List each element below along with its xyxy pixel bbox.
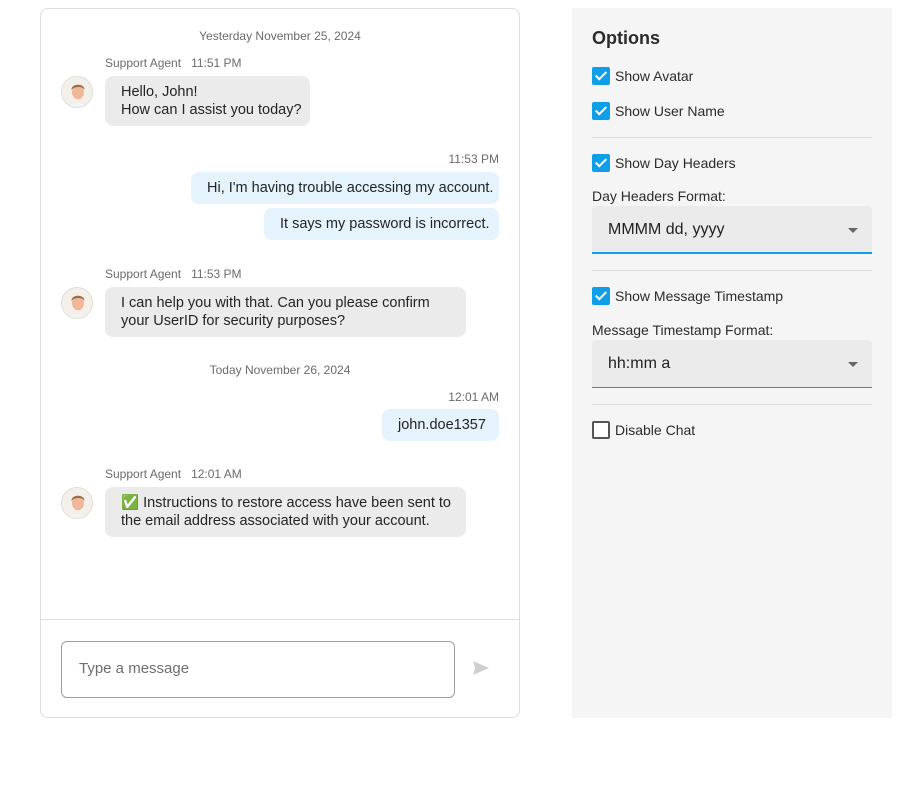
message-time: 12:01 AM xyxy=(191,467,242,481)
message-input[interactable]: Type a message xyxy=(61,641,455,698)
message-author: Support Agent xyxy=(105,56,182,70)
select-value: hh:mm a xyxy=(608,355,671,372)
show-avatar-checkbox[interactable]: Show Avatar xyxy=(592,66,693,86)
message-time: 11:53 PM xyxy=(191,267,242,281)
checkbox-label: Show Avatar xyxy=(615,68,694,84)
disable-chat-checkbox[interactable]: Disable Chat xyxy=(592,420,695,440)
message-timestamp-format-select[interactable]: hh:mm a xyxy=(592,340,872,388)
agent-avatar xyxy=(61,487,93,519)
message-bubble: ✅ Instructions to restore access have be… xyxy=(105,487,466,537)
send-icon[interactable] xyxy=(471,658,493,678)
message-line: your UserID for security purposes? xyxy=(121,313,346,329)
message-timestamp-format-label: Message Timestamp Format: xyxy=(592,322,774,338)
message-bubble: It says my password is incorrect. xyxy=(264,208,499,240)
day-header: Yesterday November 25, 2024 xyxy=(199,29,361,43)
checkbox-checked-icon[interactable] xyxy=(592,67,610,85)
agent-avatar xyxy=(61,76,93,108)
checkbox-label: Disable Chat xyxy=(615,422,696,438)
message-composer: Type a message xyxy=(41,619,519,717)
divider xyxy=(592,270,872,271)
message-time: 11:53 PM xyxy=(448,152,499,166)
message-list[interactable]: Yesterday November 25, 2024 Support Agen… xyxy=(41,9,519,619)
message-line: the email address associated with your a… xyxy=(121,513,430,529)
show-user-name-checkbox[interactable]: Show User Name xyxy=(592,101,725,121)
checkbox-checked-icon[interactable] xyxy=(592,287,610,305)
message-bubble: Hello, John! How can I assist you today? xyxy=(105,76,310,126)
checkbox-label: Show Message Timestamp xyxy=(615,288,784,304)
message-author: Support Agent xyxy=(105,467,182,481)
message-bubble: Hi, I'm having trouble accessing my acco… xyxy=(191,172,499,204)
divider xyxy=(592,137,872,138)
checkbox-unchecked-icon[interactable] xyxy=(592,421,610,439)
message-author: Support Agent xyxy=(105,267,182,281)
message-author-time: Support Agent 12:01 AM xyxy=(105,467,242,481)
message-time: 12:01 AM xyxy=(448,390,499,404)
message-time: 11:51 PM xyxy=(191,56,242,70)
divider xyxy=(592,404,872,405)
show-day-headers-checkbox[interactable]: Show Day Headers xyxy=(592,153,736,173)
message-bubble: I can help you with that. Can you please… xyxy=(105,287,466,337)
day-headers-format-label: Day Headers Format: xyxy=(592,188,726,204)
select-value: MMMM dd, yyyy xyxy=(608,221,725,238)
agent-avatar xyxy=(61,287,93,319)
options-title: Options xyxy=(592,28,660,48)
message-bubble: john.doe1357 xyxy=(382,409,499,441)
message-line: ✅ Instructions to restore access have be… xyxy=(121,495,451,511)
checkbox-checked-icon[interactable] xyxy=(592,154,610,172)
checkbox-checked-icon[interactable] xyxy=(592,102,610,120)
show-message-timestamp-checkbox[interactable]: Show Message Timestamp xyxy=(592,286,783,306)
checkbox-label: Show User Name xyxy=(615,103,725,119)
checkbox-label: Show Day Headers xyxy=(615,155,736,171)
day-headers-format-select[interactable]: MMMM dd, yyyy xyxy=(592,206,872,254)
message-line: How can I assist you today? xyxy=(121,102,302,118)
options-panel: Options Show Avatar Show User Name Show … xyxy=(572,8,892,718)
dropdown-arrow-icon[interactable] xyxy=(848,362,858,367)
day-header: Today November 26, 2024 xyxy=(209,363,351,377)
message-line: I can help you with that. Can you please… xyxy=(121,295,430,311)
message-author-time: Support Agent 11:53 PM xyxy=(105,267,242,281)
message-author-time: Support Agent 11:51 PM xyxy=(105,56,242,70)
message-line: Hello, John! xyxy=(121,84,198,100)
dropdown-arrow-icon[interactable] xyxy=(848,228,858,233)
chat-panel: Yesterday November 25, 2024 Support Agen… xyxy=(40,8,520,718)
